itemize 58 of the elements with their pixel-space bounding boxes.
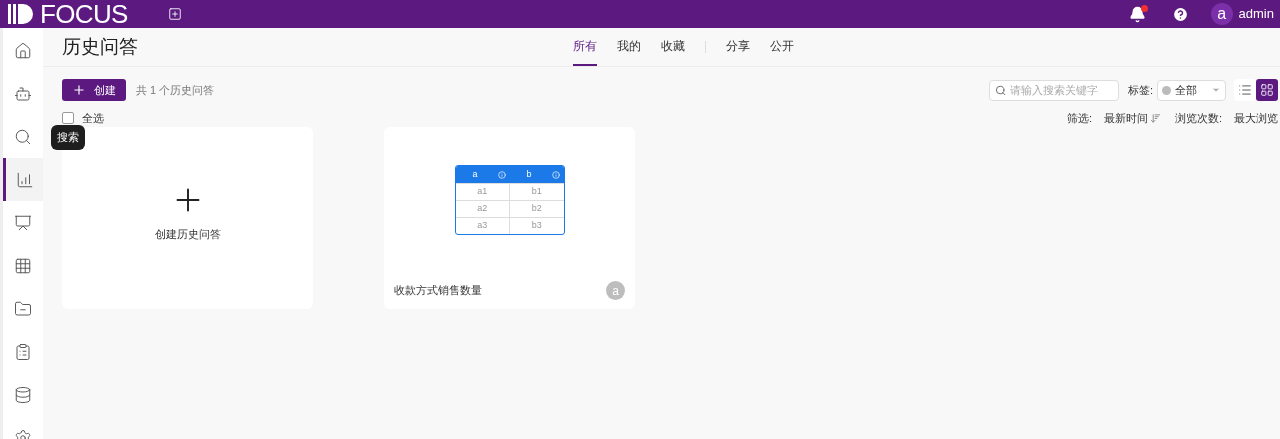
thumbnail-header: b bbox=[526, 167, 532, 181]
card-label: 创建历史问答 bbox=[154, 226, 221, 242]
sort-icon[interactable] bbox=[1149, 112, 1161, 124]
logo-icon bbox=[6, 2, 36, 26]
logo-text: FOCUS bbox=[40, 1, 128, 27]
card-title: 收款方式销售数量 bbox=[394, 283, 483, 299]
sort-option[interactable]: 最新时间 bbox=[1103, 109, 1148, 127]
user-avatar[interactable]: a bbox=[1210, 3, 1233, 25]
info-icon bbox=[551, 170, 560, 179]
plus-icon bbox=[72, 83, 86, 97]
search-icon bbox=[994, 83, 1007, 97]
caret-icon bbox=[1211, 85, 1221, 95]
views-option[interactable]: 最大浏览 bbox=[1234, 109, 1278, 127]
select-all-checkbox[interactable] bbox=[62, 112, 74, 124]
thumbnail-cell: b2 bbox=[509, 201, 564, 217]
list-icon bbox=[1238, 83, 1252, 97]
tab[interactable]: 公开 bbox=[770, 28, 794, 66]
home-icon bbox=[14, 41, 32, 60]
page-title: 历史问答 bbox=[62, 34, 138, 59]
create-button[interactable]: 创建 bbox=[62, 79, 126, 101]
user-name[interactable]: admin bbox=[1238, 4, 1274, 24]
info-icon bbox=[497, 170, 506, 179]
search-icon bbox=[14, 127, 32, 146]
tab[interactable]: 分享 bbox=[726, 28, 750, 66]
folder-icon bbox=[14, 299, 32, 318]
grid-icon bbox=[14, 256, 32, 275]
presentation-icon bbox=[14, 213, 32, 232]
notification-button[interactable] bbox=[1128, 5, 1146, 23]
views-label: 浏览次数: bbox=[1174, 110, 1222, 126]
thumbnail-header: a bbox=[472, 167, 478, 181]
tag-select[interactable]: 全部 bbox=[1157, 79, 1226, 101]
thumbnail-cell: b3 bbox=[509, 218, 564, 234]
robot-icon bbox=[14, 84, 32, 103]
owner-avatar: a bbox=[606, 281, 625, 300]
tag-value: 全部 bbox=[1175, 82, 1198, 98]
grid-icon bbox=[1260, 83, 1274, 97]
tab[interactable]: 所有 bbox=[573, 28, 597, 66]
clipboard-icon bbox=[14, 342, 32, 361]
database-icon bbox=[14, 385, 32, 404]
sidebar-item[interactable] bbox=[3, 158, 43, 201]
select-all-label: 全选 bbox=[82, 110, 104, 126]
count-text: 共 1 个历史问答 bbox=[136, 82, 215, 98]
tab[interactable]: 收藏 bbox=[661, 28, 685, 66]
bar-chart-icon bbox=[15, 170, 34, 189]
list-view-button[interactable] bbox=[1234, 79, 1256, 101]
thumbnail-cell: b1 bbox=[509, 184, 564, 200]
thumbnail-cell-text: a3 bbox=[476, 219, 489, 233]
tag-label: 标签: bbox=[1127, 82, 1153, 98]
tooltip: 搜索 bbox=[51, 125, 85, 150]
help-icon[interactable] bbox=[1171, 5, 1189, 23]
thumbnail-cell-text: a1 bbox=[476, 185, 489, 199]
grid-view-button[interactable] bbox=[1256, 79, 1278, 101]
add-tab-icon[interactable] bbox=[167, 7, 182, 21]
filter-label: 筛选: bbox=[1066, 110, 1092, 126]
thumbnail-cell-text: a2 bbox=[476, 202, 489, 216]
answer-card[interactable]: a b a1 b1 a2 b2 a3 b3 收款方式销售数量 a bbox=[384, 127, 635, 309]
search-field[interactable]: 请输入搜索关键字 bbox=[988, 79, 1119, 101]
tab[interactable]: 我的 bbox=[617, 28, 641, 66]
